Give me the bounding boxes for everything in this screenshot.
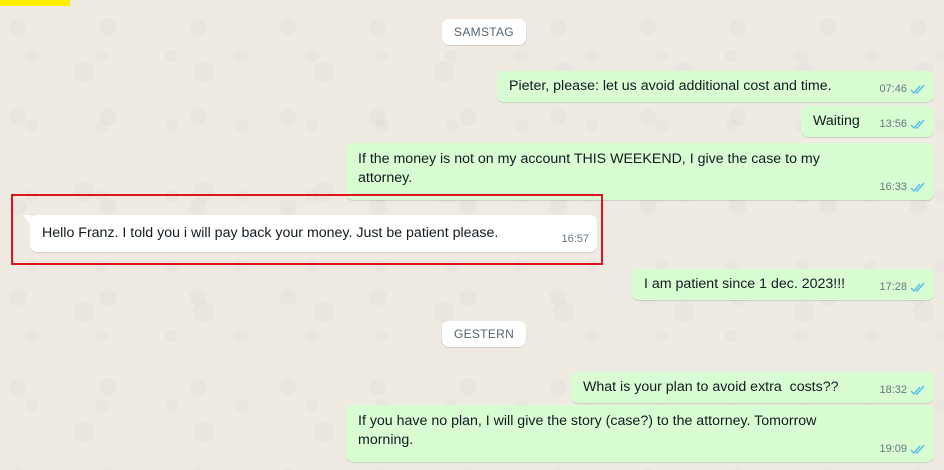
message-meta: 17:28 bbox=[879, 278, 926, 297]
message-text: If you have no plan, I will give the sto… bbox=[358, 413, 817, 448]
message-meta: 18:32 bbox=[879, 381, 926, 400]
message-time: 13:56 bbox=[879, 118, 907, 130]
date-separator: SAMSTAG bbox=[442, 19, 526, 45]
message-time: 16:33 bbox=[879, 181, 907, 193]
chat-panel: SAMSTAG Pieter, please: let us avoid add… bbox=[0, 0, 944, 470]
message-meta: 16:33 bbox=[879, 178, 926, 197]
double-check-icon bbox=[910, 119, 925, 130]
message-outgoing[interactable]: If the money is not on my account THIS W… bbox=[346, 143, 934, 200]
message-meta: 07:46 bbox=[879, 80, 926, 99]
highlight-marker bbox=[0, 0, 70, 6]
double-check-icon bbox=[910, 182, 925, 193]
highlight-annotation-box bbox=[11, 194, 603, 265]
date-separator-label: GESTERN bbox=[453, 327, 515, 341]
message-text: What is your plan to avoid extra costs?? bbox=[583, 379, 839, 395]
message-outgoing[interactable]: I am patient since 1 dec. 2023!!! 17:28 bbox=[632, 269, 934, 300]
double-check-icon bbox=[910, 444, 925, 455]
message-meta: 19:09 bbox=[879, 440, 926, 459]
message-time: 07:46 bbox=[879, 83, 907, 95]
message-text: Waiting bbox=[813, 113, 860, 129]
message-outgoing[interactable]: Pieter, please: let us avoid additional … bbox=[497, 71, 934, 102]
message-time: 17:28 bbox=[879, 281, 907, 293]
double-check-icon bbox=[910, 282, 925, 293]
message-text: I am patient since 1 dec. 2023!!! bbox=[644, 276, 846, 292]
message-meta: 13:56 bbox=[879, 115, 926, 134]
message-time: 18:32 bbox=[879, 384, 907, 396]
message-outgoing[interactable]: What is your plan to avoid extra costs??… bbox=[571, 372, 934, 403]
message-outgoing[interactable]: If you have no plan, I will give the sto… bbox=[346, 405, 934, 462]
double-check-icon bbox=[910, 84, 925, 95]
message-outgoing[interactable]: Waiting 13:56 bbox=[801, 106, 934, 137]
double-check-icon bbox=[910, 385, 925, 396]
message-text: If the money is not on my account THIS W… bbox=[358, 151, 820, 186]
message-text: Pieter, please: let us avoid additional … bbox=[509, 78, 832, 94]
message-time: 19:09 bbox=[879, 443, 907, 455]
date-separator: GESTERN bbox=[441, 321, 527, 347]
date-separator-label: SAMSTAG bbox=[454, 25, 514, 39]
